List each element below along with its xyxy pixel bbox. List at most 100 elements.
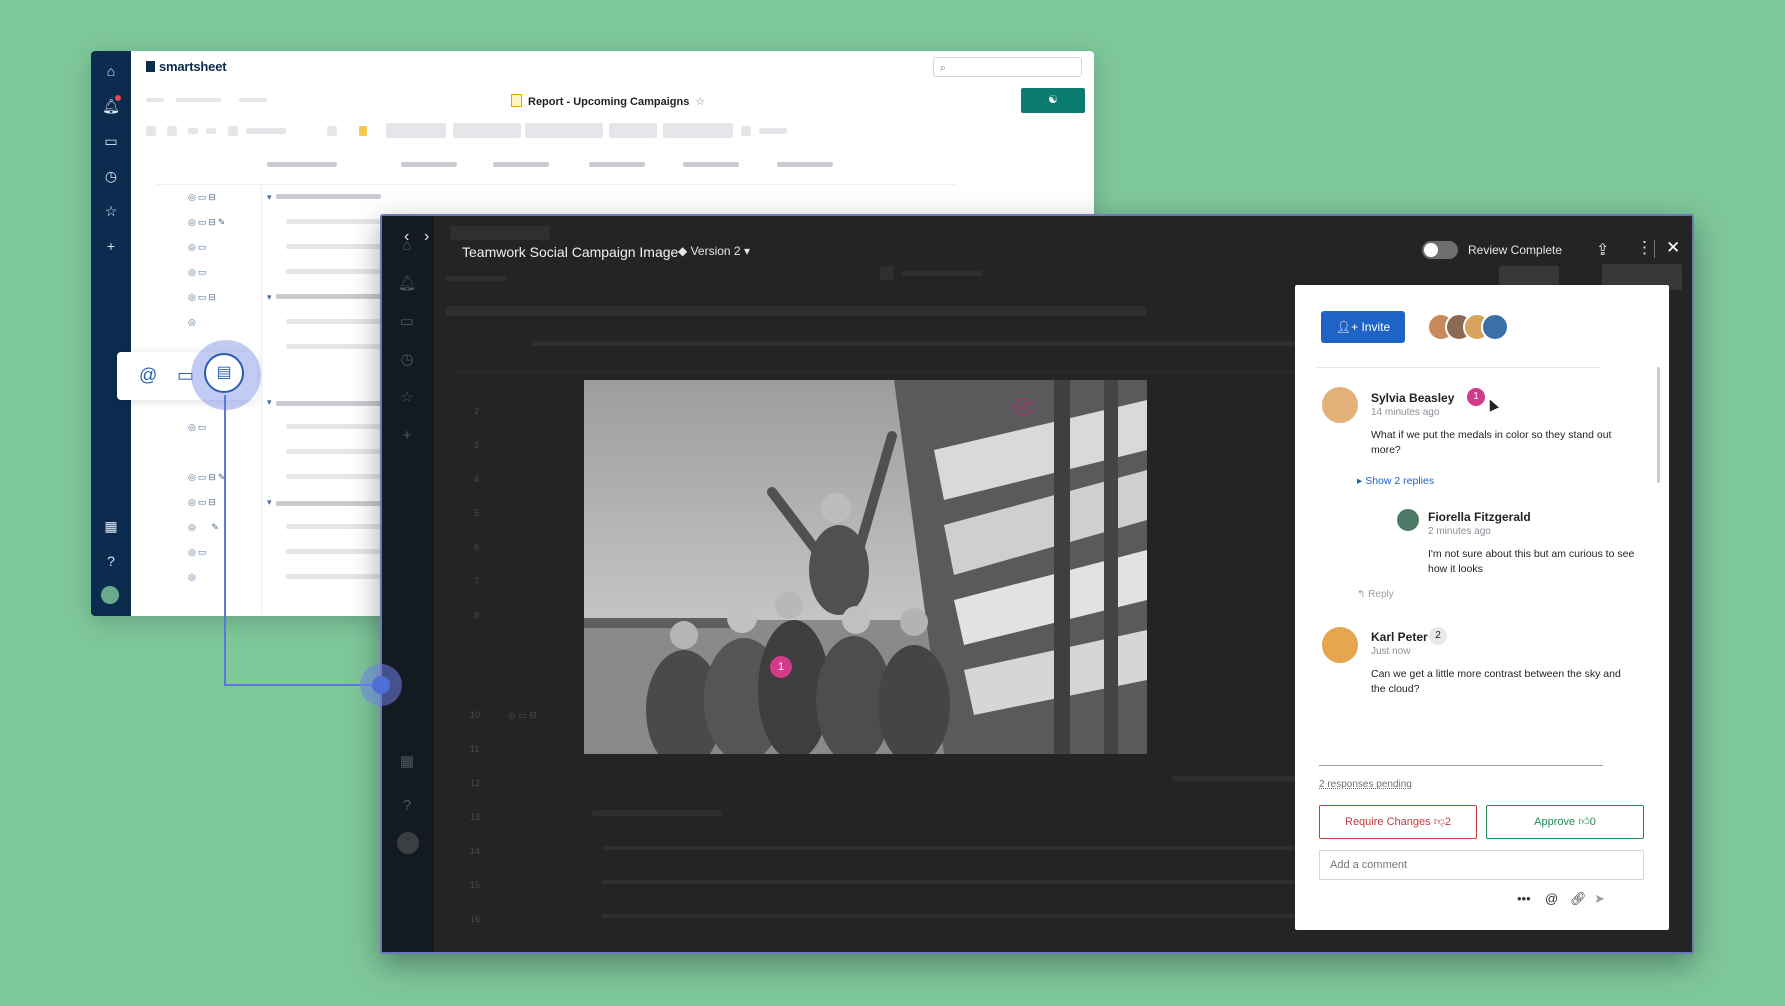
toolbar-ghost [446, 306, 1146, 316]
favorite-star-icon[interactable]: ☆ [695, 96, 705, 108]
toolbar-button[interactable] [386, 123, 446, 138]
row-number: 15 [470, 880, 481, 890]
comment-text: What if we put the medals in color so th… [1371, 429, 1612, 456]
avatar [1320, 625, 1360, 665]
avatar[interactable] [1481, 313, 1509, 341]
column-header [589, 162, 645, 167]
row-number: 4 [474, 474, 480, 484]
version-dropdown[interactable]: ◆ Version 2 ▾ [678, 244, 750, 258]
toolbar-button[interactable] [609, 123, 657, 138]
share-icon[interactable]: ⇪ [1596, 240, 1609, 260]
toolbar-button[interactable] [206, 128, 216, 134]
previous-icon[interactable]: ‹ [404, 228, 409, 246]
toolbar-button[interactable] [228, 126, 238, 136]
apps-icon[interactable]: ▦ [101, 516, 121, 536]
smartsheet-logo: smartsheet [146, 59, 227, 74]
logo-ghost [450, 226, 550, 240]
reply-text: I'm not sure about this but am curious t… [1428, 548, 1635, 575]
toolbar-button[interactable] [188, 128, 198, 134]
toolbar-button[interactable] [167, 126, 177, 136]
cell-ghost [602, 846, 1402, 850]
approve-button[interactable]: Approve 👍︎0 [1486, 805, 1644, 839]
toolbar-button[interactable] [759, 128, 787, 134]
row-expand-toggle[interactable]: ▾ [267, 292, 274, 303]
page-title: Report - Upcoming Campaigns ☆ [511, 94, 705, 108]
next-icon[interactable]: › [424, 228, 429, 246]
proof-icon[interactable]: ▤ [204, 353, 244, 393]
comment-author: Sylvia Beasley [1371, 391, 1455, 405]
row-number: 5 [474, 508, 480, 518]
mention-icon[interactable]: @ [1545, 891, 1558, 906]
row-number: 10 [470, 710, 481, 720]
reply-link[interactable]: ↰ Reply [1357, 589, 1394, 600]
row-icons[interactable]: ◎ ✎ [188, 522, 221, 533]
breadcrumb-ghost [446, 276, 506, 281]
toolbar-button[interactable] [246, 128, 286, 134]
marker-badge[interactable]: 1 [1467, 388, 1485, 406]
close-icon[interactable]: ✕ [1666, 238, 1680, 258]
row-icons[interactable]: ◎▭⊟ [188, 292, 218, 303]
comment-marker[interactable]: 1 [770, 656, 792, 678]
help-icon[interactable]: ? [101, 551, 121, 571]
cell-ghost [592, 810, 722, 816]
toolbar-button[interactable] [741, 126, 751, 136]
grid-line [261, 184, 262, 614]
column-header [401, 162, 457, 167]
marker-badge[interactable]: 2 [1429, 627, 1447, 645]
avatar [1320, 385, 1360, 425]
star-icon: ☆ [400, 389, 414, 406]
comment-input[interactable] [1319, 850, 1644, 880]
home-icon[interactable]: ⌂ [101, 61, 121, 81]
row-icons[interactable]: ◎▭⊟✎ [188, 472, 227, 483]
row-icons[interactable]: ◎ [188, 572, 198, 583]
row-icons[interactable]: ◎▭ [188, 242, 208, 253]
responses-pending[interactable]: 2 responses pending [1319, 779, 1412, 790]
folder-icon[interactable]: ▭ [101, 131, 121, 151]
star-icon[interactable]: ☆ [101, 201, 121, 221]
attachment-icon[interactable]: @ [139, 365, 157, 386]
row-icons[interactable]: ◎ [188, 317, 198, 328]
plus-icon: + [402, 427, 412, 444]
search-input[interactable]: ⌕ [933, 57, 1082, 77]
connector-line [224, 684, 382, 686]
more-options-icon[interactable]: ⋮ [1636, 238, 1653, 258]
row-icons[interactable]: ◎▭⊟ [188, 192, 218, 203]
row-icons[interactable]: ◎▭⊟✎ [188, 217, 227, 228]
proof-image[interactable]: 2 1 [584, 380, 1147, 754]
clock-icon[interactable]: ◷ [101, 166, 121, 186]
row-title [276, 501, 381, 506]
row-expand-toggle[interactable]: ▾ [267, 192, 274, 203]
row-icons[interactable]: ◎▭ [188, 267, 208, 278]
row-icons[interactable]: ◎▭⊟ [188, 497, 218, 508]
comment-marker[interactable]: 2 [1014, 398, 1032, 416]
review-complete-toggle[interactable] [1422, 241, 1458, 259]
toolbar-button[interactable] [525, 123, 603, 138]
avatar[interactable] [101, 586, 119, 604]
show-replies-link[interactable]: ▸ Show 2 replies [1357, 475, 1434, 487]
apps-icon: ▦ [399, 753, 415, 770]
grid-line [156, 184, 956, 185]
toolbar-button[interactable] [453, 123, 521, 138]
row-expand-toggle[interactable]: ▾ [267, 397, 274, 408]
share-button[interactable]: ☯ [1021, 88, 1085, 113]
send-icon[interactable]: ➤ [1594, 891, 1605, 907]
toolbar-button[interactable] [327, 126, 337, 136]
show-replies-label: Show 2 replies [1365, 475, 1435, 487]
toolbar-button[interactable] [146, 126, 156, 136]
cell-ghost [602, 914, 1402, 918]
row-expand-toggle[interactable]: ▾ [267, 497, 274, 508]
row-icons[interactable]: ◎▭ [188, 422, 208, 433]
reply-label: Reply [1368, 589, 1394, 600]
invite-button[interactable]: 👤︎+ Invite [1321, 311, 1405, 343]
toolbar-button[interactable] [663, 123, 733, 138]
add-user-icon: 👤︎+ [1335, 320, 1362, 334]
require-changes-count: 2 [1444, 816, 1451, 828]
scrollbar[interactable] [1657, 367, 1660, 483]
row-icons[interactable]: ◎▭ [188, 547, 208, 558]
link-icon[interactable]: 🔗︎ [1570, 891, 1587, 907]
plus-icon[interactable]: + [101, 236, 121, 256]
more-icon[interactable]: ••• [1517, 891, 1531, 906]
comment-time: 14 minutes ago [1371, 407, 1440, 418]
toolbar-button[interactable] [359, 126, 367, 136]
require-changes-button[interactable]: Require Changes 👎︎2 [1319, 805, 1477, 839]
